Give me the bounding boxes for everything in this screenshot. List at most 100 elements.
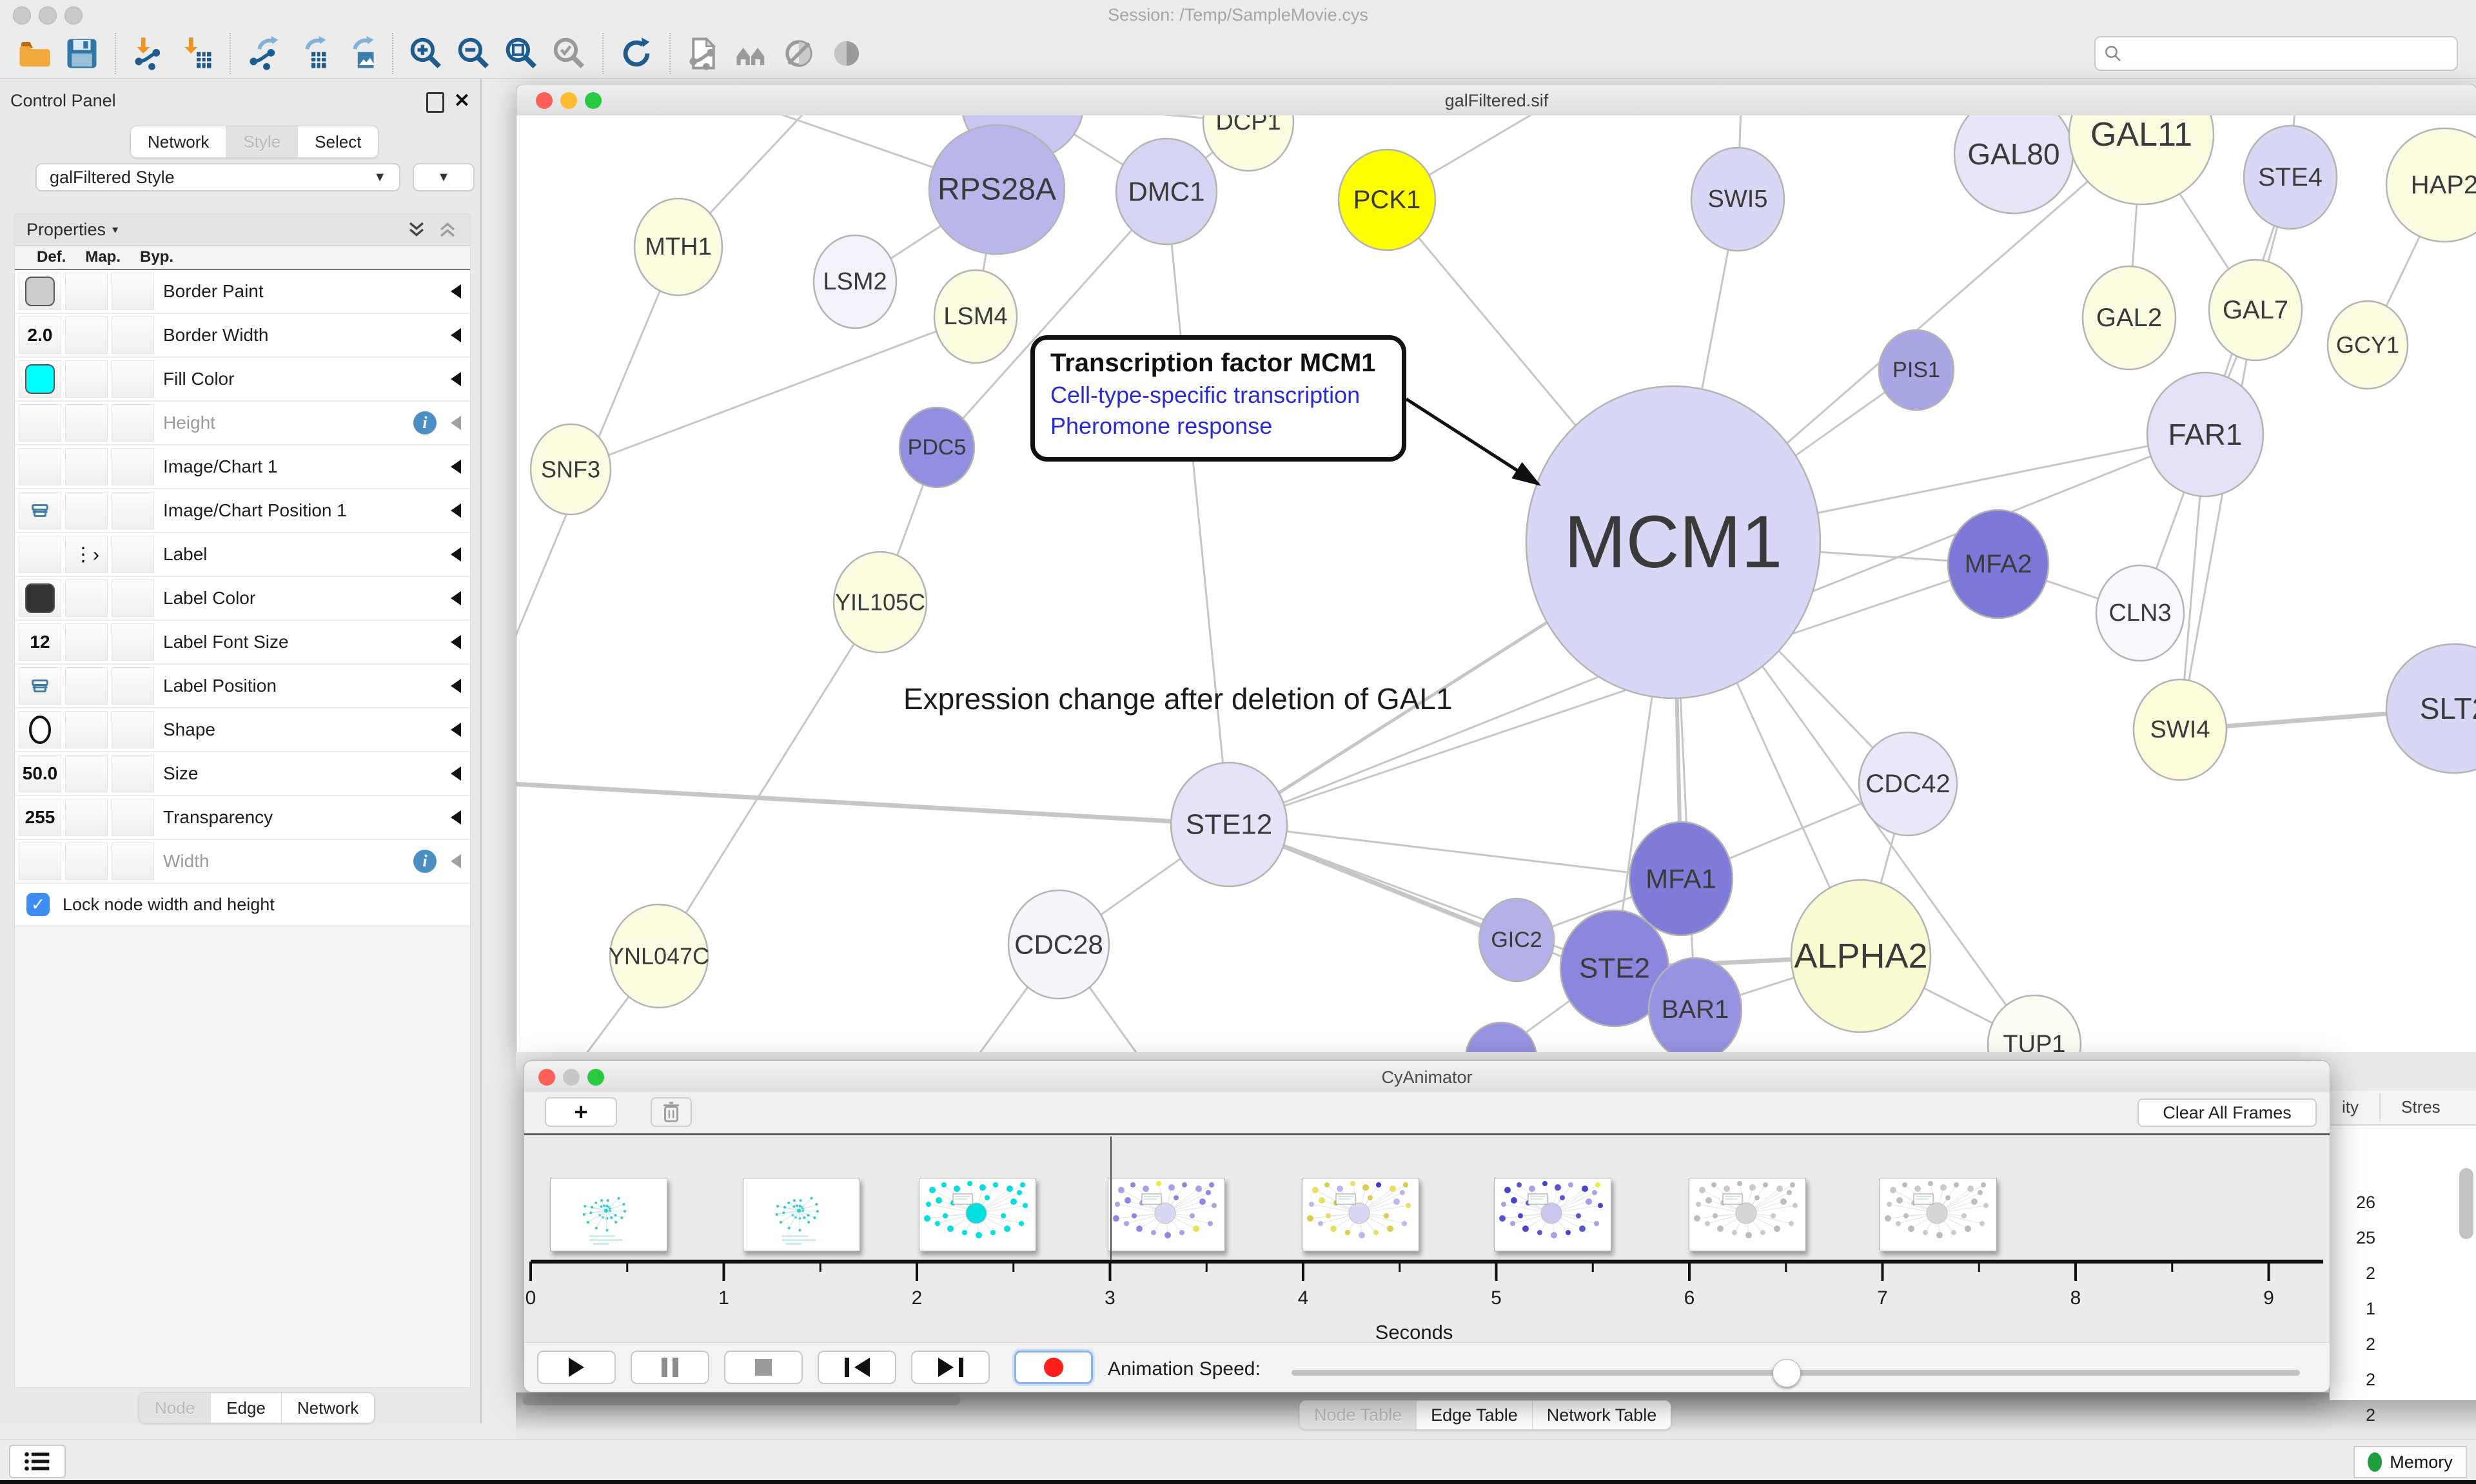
export-network-button[interactable] — [244, 34, 284, 73]
property-row-image-chart-1[interactable]: Image/Chart 1 — [15, 445, 470, 489]
default-value-cell[interactable] — [19, 580, 61, 617]
property-row-label-font-size[interactable]: 12Label Font Size — [15, 621, 470, 665]
mapping-cell[interactable] — [65, 360, 108, 398]
default-value-cell[interactable] — [19, 492, 61, 529]
mapping-cell[interactable] — [65, 843, 108, 880]
expand-row-icon[interactable] — [451, 372, 461, 386]
network-window-titlebar[interactable]: galFiltered.sif — [516, 84, 2476, 116]
default-value-cell[interactable] — [19, 360, 61, 398]
default-value-cell[interactable]: 255 — [19, 799, 61, 836]
property-row-height[interactable]: Heighti — [15, 402, 470, 445]
chevron-down-icon[interactable]: ▾ — [112, 223, 118, 237]
property-row-image-chart-position-1[interactable]: Image/Chart Position 1 — [15, 489, 470, 533]
frame-thumbnail-3[interactable] — [1108, 1178, 1225, 1251]
bypass-cell[interactable] — [112, 448, 154, 485]
expand-row-icon[interactable] — [451, 679, 461, 693]
table-cell[interactable]: 2 — [2330, 1405, 2375, 1425]
property-row-label[interactable]: ⋮›Label — [15, 533, 470, 577]
delete-frame-button[interactable] — [651, 1097, 692, 1127]
table-cell[interactable]: 25 — [2330, 1228, 2375, 1248]
expand-row-icon[interactable] — [451, 328, 461, 342]
expand-row-icon[interactable] — [451, 766, 461, 781]
cyanimator-titlebar[interactable]: CyAnimator — [524, 1061, 2330, 1093]
expand-row-icon[interactable] — [451, 547, 461, 561]
mapping-cell[interactable] — [65, 799, 108, 836]
record-button[interactable] — [1014, 1351, 1093, 1384]
style-selector[interactable]: galFiltered Style ▼ — [35, 163, 400, 191]
tab-node[interactable]: Node — [139, 1393, 211, 1423]
bypass-cell[interactable] — [112, 843, 154, 880]
bypass-cell[interactable] — [112, 711, 154, 748]
import-network-button[interactable] — [129, 34, 169, 73]
add-frame-button[interactable]: + — [545, 1097, 617, 1127]
bypass-cell[interactable] — [112, 360, 154, 398]
table-cell[interactable]: 26 — [2330, 1193, 2375, 1213]
property-row-border-paint[interactable]: Border Paint — [15, 270, 470, 314]
export-image-button[interactable] — [339, 34, 379, 73]
bypass-cell[interactable] — [112, 667, 154, 705]
lock-size-row[interactable]: ✓ Lock node width and height — [15, 884, 470, 926]
default-value-cell[interactable] — [19, 536, 61, 573]
style-options-button[interactable]: ▼ — [413, 163, 475, 191]
mapping-cell[interactable] — [65, 667, 108, 705]
table-cell[interactable]: 2 — [2330, 1370, 2375, 1390]
tab-edge-table[interactable]: Edge Table — [1417, 1401, 1533, 1429]
default-value-cell[interactable]: 12 — [19, 623, 61, 661]
memory-button[interactable]: Memory — [2353, 1446, 2467, 1478]
info-icon[interactable]: i — [413, 411, 437, 434]
annotation-link[interactable]: Pheromone response — [1050, 413, 1386, 440]
expand-row-icon[interactable] — [451, 810, 461, 825]
expand-row-icon[interactable] — [451, 503, 461, 518]
slider-handle[interactable] — [1773, 1359, 1801, 1387]
frame-thumbnail-7[interactable] — [1880, 1178, 1997, 1251]
frames-timeline[interactable]: 0123456789Seconds — [524, 1135, 2330, 1343]
default-value-cell[interactable] — [19, 667, 61, 705]
expand-row-icon[interactable] — [451, 723, 461, 737]
search-field[interactable] — [2094, 36, 2458, 71]
frame-thumbnail-4[interactable] — [1302, 1178, 1419, 1251]
bypass-cell[interactable] — [112, 623, 154, 661]
clear-all-frames-button[interactable]: Clear All Frames — [2137, 1098, 2317, 1127]
zoom-fit-button[interactable] — [502, 34, 542, 73]
panel-menu-button[interactable] — [9, 1445, 66, 1478]
property-row-transparency[interactable]: 255Transparency — [15, 796, 470, 840]
tab-edge[interactable]: Edge — [211, 1393, 282, 1423]
property-row-label-position[interactable]: Label Position — [15, 665, 470, 708]
open-session-button[interactable] — [14, 34, 54, 73]
expand-row-icon[interactable] — [451, 854, 461, 868]
default-value-cell[interactable] — [19, 448, 61, 485]
expand-row-icon[interactable] — [451, 460, 461, 474]
frame-thumbnail-2[interactable] — [919, 1178, 1036, 1251]
tab-node-table[interactable]: Node Table — [1300, 1401, 1417, 1429]
info-icon[interactable]: i — [413, 850, 437, 873]
refresh-button[interactable] — [616, 34, 656, 73]
bypass-cell[interactable] — [112, 317, 154, 354]
frame-thumbnail-1[interactable] — [743, 1178, 860, 1251]
export-table-button[interactable] — [291, 34, 331, 73]
property-row-fill-color[interactable]: Fill Color — [15, 358, 470, 402]
table-vertical-scrollbar[interactable] — [2459, 1168, 2473, 1239]
frame-thumbnail-5[interactable] — [1494, 1178, 1611, 1251]
skip-start-button[interactable] — [818, 1351, 896, 1384]
table-cell[interactable]: 2 — [2330, 1264, 2375, 1284]
default-value-cell[interactable] — [19, 843, 61, 880]
close-panel-icon[interactable]: ✕ — [454, 90, 470, 112]
property-row-border-width[interactable]: 2.0Border Width — [15, 314, 470, 358]
table-column-header[interactable]: ity — [2342, 1097, 2359, 1117]
tab-network[interactable]: Network — [131, 126, 226, 157]
table-column-header[interactable]: Stres — [2401, 1097, 2441, 1117]
bypass-cell[interactable] — [112, 580, 154, 617]
table-cell[interactable]: 1 — [2330, 1299, 2375, 1319]
float-panel-icon[interactable] — [426, 92, 444, 113]
mapping-cell[interactable] — [65, 273, 108, 310]
mapping-cell[interactable]: ⋮› — [65, 536, 108, 573]
import-table-button[interactable] — [177, 34, 217, 73]
tab-style[interactable]: Style — [226, 126, 298, 157]
tab-network[interactable]: Network — [282, 1393, 374, 1423]
property-row-width[interactable]: Widthi — [15, 840, 470, 884]
stop-button[interactable] — [724, 1351, 803, 1384]
tab-select[interactable]: Select — [298, 126, 378, 157]
bypass-cell[interactable] — [112, 404, 154, 442]
property-row-shape[interactable]: Shape — [15, 708, 470, 752]
annotation-link[interactable]: Cell-type-specific transcription — [1050, 382, 1386, 409]
